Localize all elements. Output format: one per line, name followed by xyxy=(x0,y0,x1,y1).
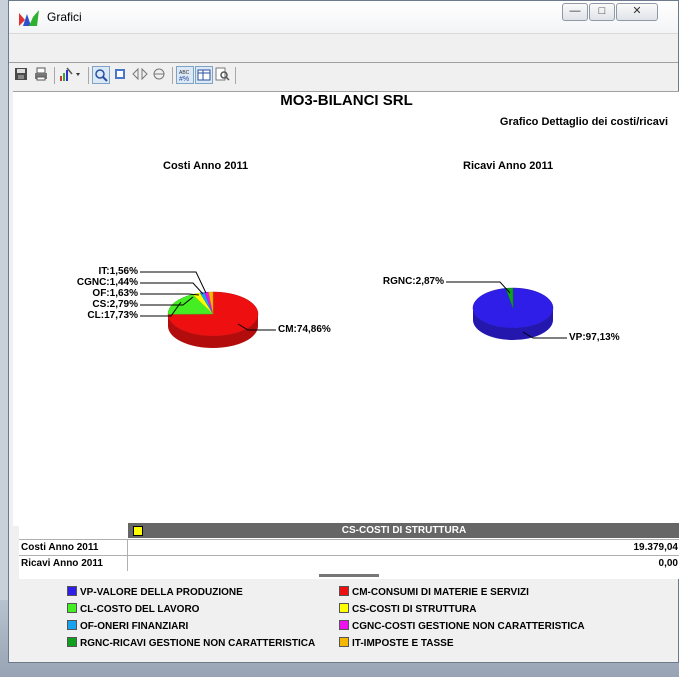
zoom-button[interactable] xyxy=(92,66,110,84)
pie-label-cl: CL:17,73% xyxy=(87,310,138,321)
maximize-icon: □ xyxy=(598,5,606,17)
legend-item-cl: CL-COSTO DEL LAVORO xyxy=(67,603,199,615)
grid-color-swatch xyxy=(133,526,143,536)
legend-item-vp: VP-VALORE DELLA PRODUZIONE xyxy=(67,586,243,598)
minimize-icon: — xyxy=(569,5,581,17)
legend-swatch xyxy=(339,603,349,613)
legend-label: CL-COSTO DEL LAVORO xyxy=(80,604,200,615)
legend-item-of: OF-ONERI FINANZIARI xyxy=(67,620,188,632)
legend-swatch xyxy=(339,586,349,596)
labels-button[interactable]: ABC #% xyxy=(176,66,194,84)
legend-label: CM-CONSUMI DI MATERIE E SERVIZI xyxy=(352,587,529,598)
preview-button[interactable] xyxy=(214,66,232,84)
pie-label-rgnc: RGNC:2,87% xyxy=(382,276,444,287)
rotate-v-icon xyxy=(153,68,165,80)
close-icon: ✕ xyxy=(632,5,642,17)
pie-label-of: OF:1,63% xyxy=(92,288,138,299)
save-button[interactable] xyxy=(13,66,31,84)
legend-swatch xyxy=(339,637,349,647)
chart-window: Grafici — □ ✕ ABC #% MO3-BILANCI SRL Gra… xyxy=(8,0,679,663)
chart-style-button[interactable] xyxy=(58,66,84,84)
grid-row-value: 19.379,04 xyxy=(633,542,679,553)
svg-text:#%: #% xyxy=(179,76,189,83)
grid-row: Ricavi Anno 2011 0,00 xyxy=(19,555,679,571)
chart-canvas: MO3-BILANCI SRL Grafico Dettaglio dei co… xyxy=(13,91,679,526)
legend-swatch xyxy=(67,586,77,596)
data-table-button[interactable] xyxy=(195,66,213,84)
zoom-icon xyxy=(95,69,108,82)
legend-label: IT-IMPOSTE E TASSE xyxy=(352,638,454,649)
grid-scrollbar[interactable] xyxy=(319,574,379,577)
save-icon xyxy=(15,68,27,80)
minimize-button[interactable]: — xyxy=(562,3,588,21)
grid-row-value: 0,00 xyxy=(658,558,678,569)
title-bar: Grafici — □ ✕ xyxy=(9,1,678,33)
menu-area xyxy=(9,33,678,63)
maximize-button[interactable]: □ xyxy=(589,3,615,21)
legend-label: VP-VALORE DELLA PRODUZIONE xyxy=(80,587,243,598)
legend-swatch xyxy=(339,620,349,630)
legend-label: CGNC-COSTI GESTIONE NON CARATTERISTICA xyxy=(352,621,585,632)
zoom-fit-button[interactable] xyxy=(112,66,130,84)
grid-header: CS-COSTI DI STRUTTURA xyxy=(128,523,679,538)
grid-row: Costi Anno 2011 19.379,04 xyxy=(19,539,679,555)
pie-labels: CM:74,86% CL:17,73% CS:2,79% OF:1,63% CGNC:1… xyxy=(13,92,679,526)
toolbar-separator xyxy=(172,67,173,84)
toolbar-separator xyxy=(235,67,236,84)
legend-swatch xyxy=(67,637,77,647)
legend-item-it: IT-IMPOSTE E TASSE xyxy=(339,637,454,649)
rotate-h-icon xyxy=(132,67,148,81)
grid-divider xyxy=(127,540,128,555)
legend-item-rgnc: RGNC-RICAVI GESTIONE NON CARATTERISTICA xyxy=(67,637,315,649)
preview-icon xyxy=(215,67,230,81)
pie-label-cs: CS:2,79% xyxy=(92,299,138,310)
legend-label: OF-ONERI FINANZIARI xyxy=(80,621,189,632)
legend-item-cs: CS-COSTI DI STRUTTURA xyxy=(339,603,476,615)
zoom-fit-icon xyxy=(115,69,125,79)
toolbar-separator xyxy=(88,67,89,84)
pie-label-cgnc: CGNC:1,44% xyxy=(76,277,138,288)
grid-header-label: CS-COSTI DI STRUTTURA xyxy=(341,525,467,536)
legend-label: RGNC-RICAVI GESTIONE NON CARATTERISTICA xyxy=(80,638,316,649)
labels-icon: ABC#% xyxy=(179,70,190,83)
legend-item-cgnc: CGNC-COSTI GESTIONE NON CARATTERISTICA xyxy=(339,620,585,632)
legend-swatch xyxy=(67,603,77,613)
legend-label: CS-COSTI DI STRUTTURA xyxy=(352,604,477,615)
pie-label-it: IT:1,56% xyxy=(98,266,138,277)
chart-style-icon xyxy=(60,67,80,81)
legend-item-cm: CM-CONSUMI DI MATERIE E SERVIZI xyxy=(339,586,529,598)
toolbar: ABC #% xyxy=(9,63,678,89)
pie-label-cm: CM:74,86% xyxy=(278,324,331,335)
toolbar-separator xyxy=(54,67,55,84)
print-button[interactable] xyxy=(33,66,51,84)
grid-row-label: Ricavi Anno 2011 xyxy=(21,558,103,569)
window-title: Grafici xyxy=(47,10,82,24)
app-chart-icon xyxy=(19,10,39,26)
rotate-v-button[interactable] xyxy=(151,66,169,84)
pie-label-vp: VP:97,13% xyxy=(569,332,620,343)
grid-row-label: Costi Anno 2011 xyxy=(21,542,99,553)
grid-divider xyxy=(127,556,128,571)
data-grid: CS-COSTI DI STRUTTURA Costi Anno 2011 19… xyxy=(19,523,679,579)
rotate-h-button[interactable] xyxy=(132,66,150,84)
print-icon xyxy=(35,67,47,81)
close-button[interactable]: ✕ xyxy=(616,3,658,21)
legend-swatch xyxy=(67,620,77,630)
data-table-icon xyxy=(197,69,211,81)
